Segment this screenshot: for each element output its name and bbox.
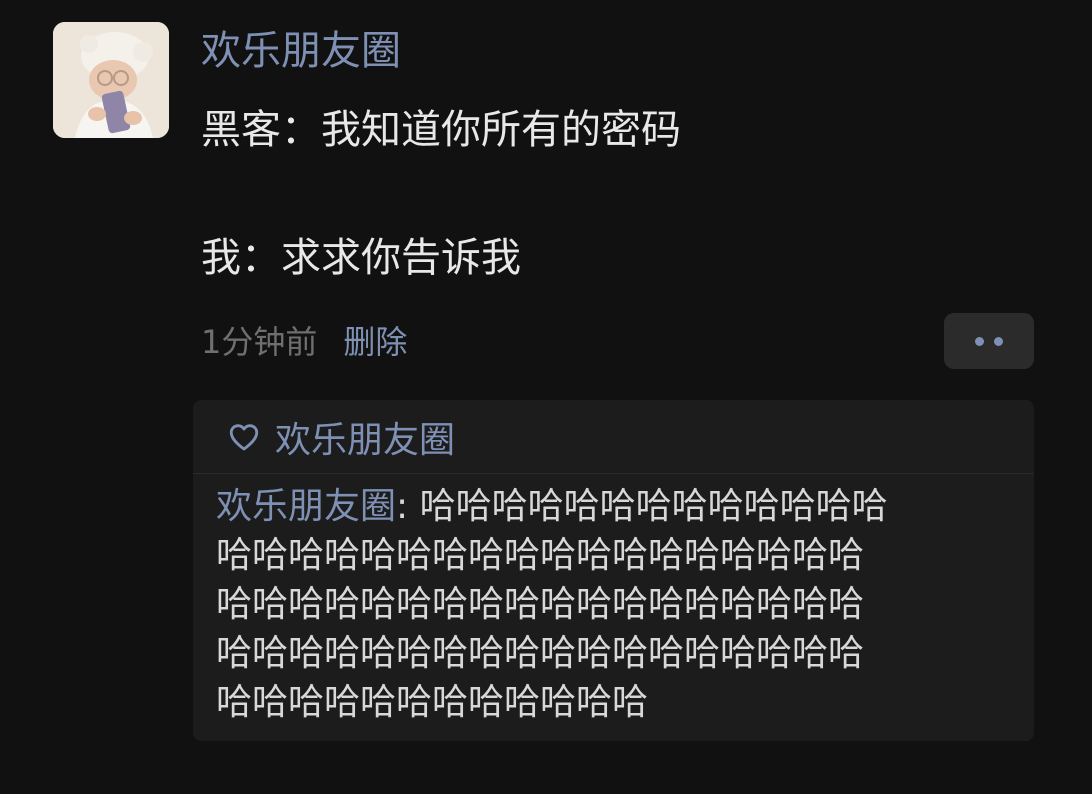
delete-link[interactable]: 删除: [343, 323, 407, 361]
comment-line: 哈哈哈哈哈哈哈哈哈哈哈哈哈哈哈哈哈哈: [216, 633, 865, 674]
more-dots-icon: [994, 336, 1003, 346]
more-dots-icon: [975, 336, 984, 346]
post-content-line: 黑客：我知道你所有的密码: [201, 107, 681, 153]
comment-text: 哈哈哈哈哈哈哈哈哈哈哈哈哈: [419, 486, 888, 527]
post-content-line: 我：求求你告诉我: [201, 235, 521, 281]
comment-author[interactable]: 欢乐朋友圈: [216, 486, 396, 527]
post-timestamp: 1分钟前: [201, 323, 318, 361]
interactions-panel: 欢乐朋友圈 欢乐朋友圈: 哈哈哈哈哈哈哈哈哈哈哈哈哈 哈哈哈哈哈哈哈哈哈哈哈哈哈…: [193, 400, 1034, 741]
comment-separator: :: [396, 486, 420, 527]
comment-line: 哈哈哈哈哈哈哈哈哈哈哈哈哈哈哈哈哈哈: [216, 584, 865, 625]
post-content: 黑客：我知道你所有的密码 我：求求你告诉我: [201, 98, 681, 290]
comment-line: 哈哈哈哈哈哈哈哈哈哈哈哈: [216, 682, 649, 723]
comment-line: 欢乐朋友圈: 哈哈哈哈哈哈哈哈哈哈哈哈哈: [216, 482, 1012, 531]
post-author-name[interactable]: 欢乐朋友圈: [201, 22, 401, 80]
post-content-line: [201, 162, 681, 226]
avatar-image: [53, 22, 169, 138]
post-meta: 1分钟前 删除: [201, 318, 407, 366]
likes-row: 欢乐朋友圈: [193, 400, 1034, 474]
avatar[interactable]: [53, 22, 169, 138]
heart-outline-icon: [229, 423, 259, 450]
comment-line: 哈哈哈哈哈哈哈哈哈哈哈哈哈哈哈哈哈哈: [216, 535, 865, 576]
comment[interactable]: 欢乐朋友圈: 哈哈哈哈哈哈哈哈哈哈哈哈哈 哈哈哈哈哈哈哈哈哈哈哈哈哈哈哈哈哈哈 …: [193, 474, 1034, 727]
liker-name[interactable]: 欢乐朋友圈: [275, 411, 455, 463]
more-actions-button[interactable]: [944, 313, 1034, 369]
